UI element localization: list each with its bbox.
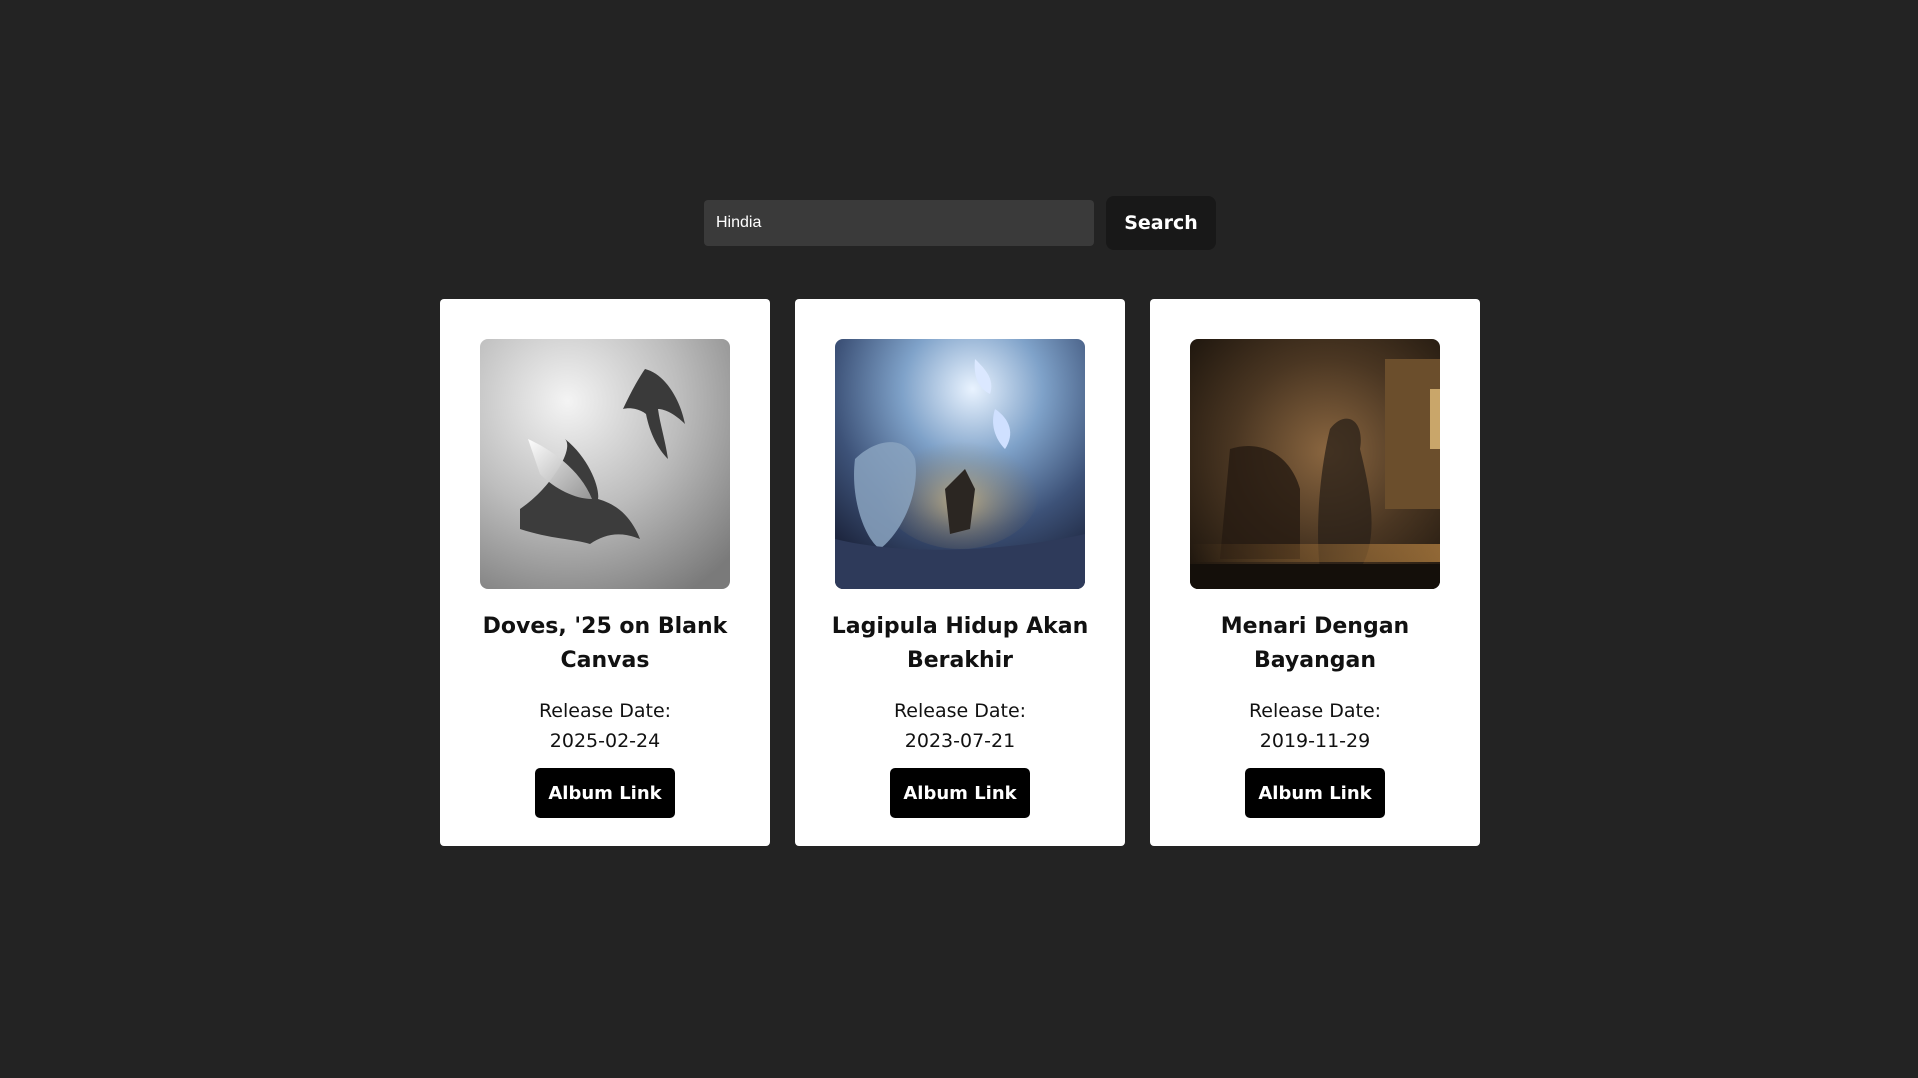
- album-card: Menari Dengan Bayangan Release Date: 201…: [1150, 299, 1480, 846]
- release-info: Release Date: 2019-11-29: [1249, 696, 1381, 756]
- release-date-label: Release Date:: [1248, 700, 1382, 722]
- search-bar: Search: [704, 196, 1216, 250]
- release-date-value: 2025-02-24: [549, 730, 661, 752]
- release-date-label: Release Date:: [893, 700, 1027, 722]
- album-title: Doves, '25 on Blank Canvas: [482, 614, 728, 673]
- album-title: Menari Dengan Bayangan: [1220, 614, 1410, 673]
- release-date-label: Release Date:: [538, 700, 672, 722]
- album-results: Doves, '25 on Blank Canvas Release Date:…: [440, 299, 1480, 846]
- album-card: Lagipula Hidup Akan Berakhir Release Dat…: [795, 299, 1125, 846]
- album-card: Doves, '25 on Blank Canvas Release Date:…: [440, 299, 770, 846]
- album-title: Lagipula Hidup Akan Berakhir: [831, 614, 1089, 673]
- album-link-button[interactable]: Album Link: [890, 768, 1030, 818]
- release-date-value: 2019-11-29: [1259, 730, 1371, 752]
- release-info: Release Date: 2025-02-24: [539, 696, 671, 756]
- album-cover-image: [480, 339, 730, 589]
- release-date-value: 2023-07-21: [904, 730, 1016, 752]
- album-cover-image: [835, 339, 1085, 589]
- search-button[interactable]: Search: [1106, 196, 1216, 250]
- album-link-button[interactable]: Album Link: [1245, 768, 1385, 818]
- release-info: Release Date: 2023-07-21: [894, 696, 1026, 756]
- search-input[interactable]: [704, 200, 1094, 246]
- album-link-button[interactable]: Album Link: [535, 768, 675, 818]
- album-cover-image: [1190, 339, 1440, 589]
